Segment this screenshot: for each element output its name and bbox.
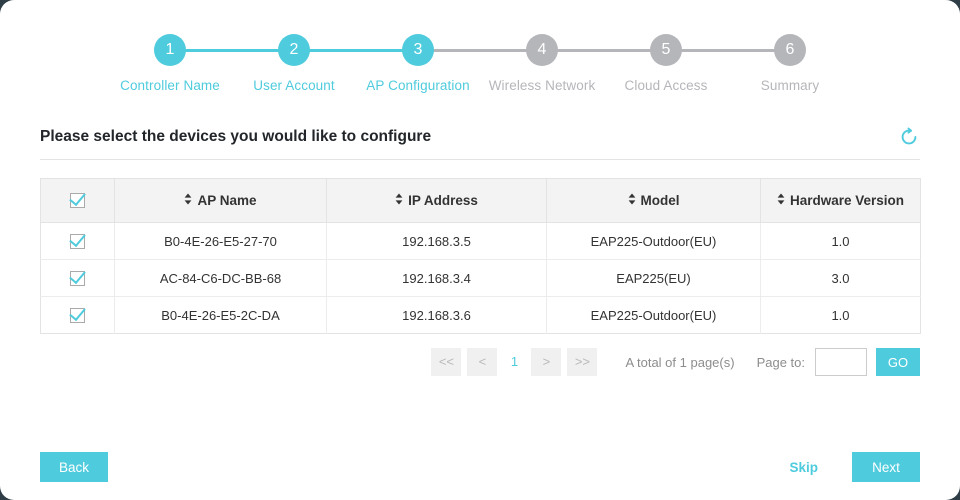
pagination-total-text: A total of 1 page(s) <box>625 354 735 370</box>
wizard-footer: Back Skip Next <box>0 452 960 482</box>
pagination-prev-button[interactable]: < <box>467 348 498 376</box>
table-row[interactable]: AC-84-C6-DC-BB-68 192.168.3.4 EAP225(EU)… <box>40 259 921 297</box>
cell-hardware-version: 1.0 <box>760 222 921 260</box>
pagination-next-button[interactable]: > <box>531 348 562 376</box>
cell-hardware-version: 1.0 <box>831 307 850 323</box>
row-checkbox-cell <box>40 259 115 297</box>
step-number: 3 <box>402 34 434 66</box>
column-hardware-version[interactable]: Hardware Version <box>760 178 921 223</box>
column-ip-address[interactable]: IP Address <box>326 178 547 223</box>
column-select-all <box>40 178 115 223</box>
row-checkbox-cell <box>40 222 115 260</box>
cell-ap-name: B0-4E-26-E5-27-70 <box>114 222 327 260</box>
sort-icon <box>777 193 785 208</box>
sort-icon <box>628 193 636 208</box>
select-all-checkbox[interactable] <box>70 193 85 209</box>
cell-ip-address: 192.168.3.4 <box>326 259 547 297</box>
step-1-controller-name[interactable]: 1 Controller Name <box>108 34 294 93</box>
next-button[interactable]: Next <box>852 452 920 482</box>
pagination-page-to-label: Page to: <box>756 354 805 370</box>
row-checkbox[interactable] <box>70 308 85 324</box>
step-number: 4 <box>526 34 558 66</box>
column-model[interactable]: Model <box>546 178 761 223</box>
devices-table: AP Name IP Address Model Hardware Versio… <box>40 178 921 334</box>
section-header: Please select the devices you would like… <box>40 126 920 160</box>
step-label: Wireless Network <box>488 78 596 93</box>
row-checkbox[interactable] <box>70 234 85 250</box>
refresh-icon[interactable] <box>898 126 920 148</box>
step-label: User Account <box>253 78 335 93</box>
sort-icon <box>184 193 192 208</box>
row-checkbox[interactable] <box>70 271 85 287</box>
pagination: << < 1 > >> A total of 1 page(s) Page to… <box>40 346 920 378</box>
stepper-steps: 1 Controller Name 2 User Account 3 AP Co… <box>0 34 960 93</box>
step-5-cloud-access[interactable]: 5 Cloud Access <box>604 34 790 93</box>
cell-ap-name: AC-84-C6-DC-BB-68 <box>114 259 327 297</box>
cell-ip-address: 192.168.3.6 <box>326 296 547 334</box>
step-number: 2 <box>278 34 310 66</box>
row-checkbox-cell <box>40 296 115 334</box>
cell-model: EAP225-Outdoor(EU) <box>546 222 761 260</box>
column-label: IP Address <box>408 193 478 208</box>
pagination-page-1[interactable]: 1 <box>503 348 525 376</box>
step-label: AP Configuration <box>366 78 470 93</box>
cell-model: EAP225(EU) <box>546 259 761 297</box>
pagination-first-button[interactable]: << <box>431 348 462 376</box>
footer-right-actions: Skip Next <box>789 452 920 482</box>
table-row[interactable]: B0-4E-26-E5-2C-DA 192.168.3.6 EAP225-Out… <box>40 296 921 334</box>
step-2-user-account[interactable]: 2 User Account <box>232 34 418 93</box>
pagination-last-button[interactable]: >> <box>567 348 598 376</box>
step-6-summary[interactable]: 6 Summary <box>728 34 852 93</box>
wizard-stepper: 1 Controller Name 2 User Account 3 AP Co… <box>0 0 960 110</box>
column-label: Model <box>640 193 680 208</box>
column-ap-name[interactable]: AP Name <box>114 178 327 223</box>
cell-ip-address: 192.168.3.5 <box>326 222 547 260</box>
back-button[interactable]: Back <box>40 452 108 482</box>
table-header-row: AP Name IP Address Model Hardware Versio… <box>40 178 921 223</box>
skip-link[interactable]: Skip <box>789 460 818 475</box>
sort-icon <box>395 193 403 208</box>
step-label: Summary <box>760 78 820 93</box>
cell-model: EAP225-Outdoor(EU) <box>546 296 761 334</box>
step-4-wireless-network[interactable]: 4 Wireless Network <box>480 34 666 93</box>
devices-table-wrap: AP Name IP Address Model Hardware Versio… <box>40 178 921 334</box>
pagination-go-button[interactable]: GO <box>876 348 920 376</box>
step-number: 5 <box>650 34 682 66</box>
column-label: AP Name <box>197 193 257 208</box>
page-title: Please select the devices you would like… <box>40 128 432 145</box>
table-row[interactable]: B0-4E-26-E5-27-70 192.168.3.5 EAP225-Out… <box>40 222 921 260</box>
step-label: Controller Name <box>120 78 220 93</box>
step-number: 6 <box>774 34 806 66</box>
column-label: Hardware Version <box>789 193 905 208</box>
pagination-page-input[interactable] <box>815 348 867 376</box>
cell-hardware-version: 3.0 <box>760 259 921 297</box>
step-label: Cloud Access <box>624 78 708 93</box>
wizard-window: 1 Controller Name 2 User Account 3 AP Co… <box>0 0 960 500</box>
step-number: 1 <box>154 34 186 66</box>
step-3-ap-configuration[interactable]: 3 AP Configuration <box>356 34 542 93</box>
cell-ap-name: B0-4E-26-E5-2C-DA <box>114 296 327 334</box>
